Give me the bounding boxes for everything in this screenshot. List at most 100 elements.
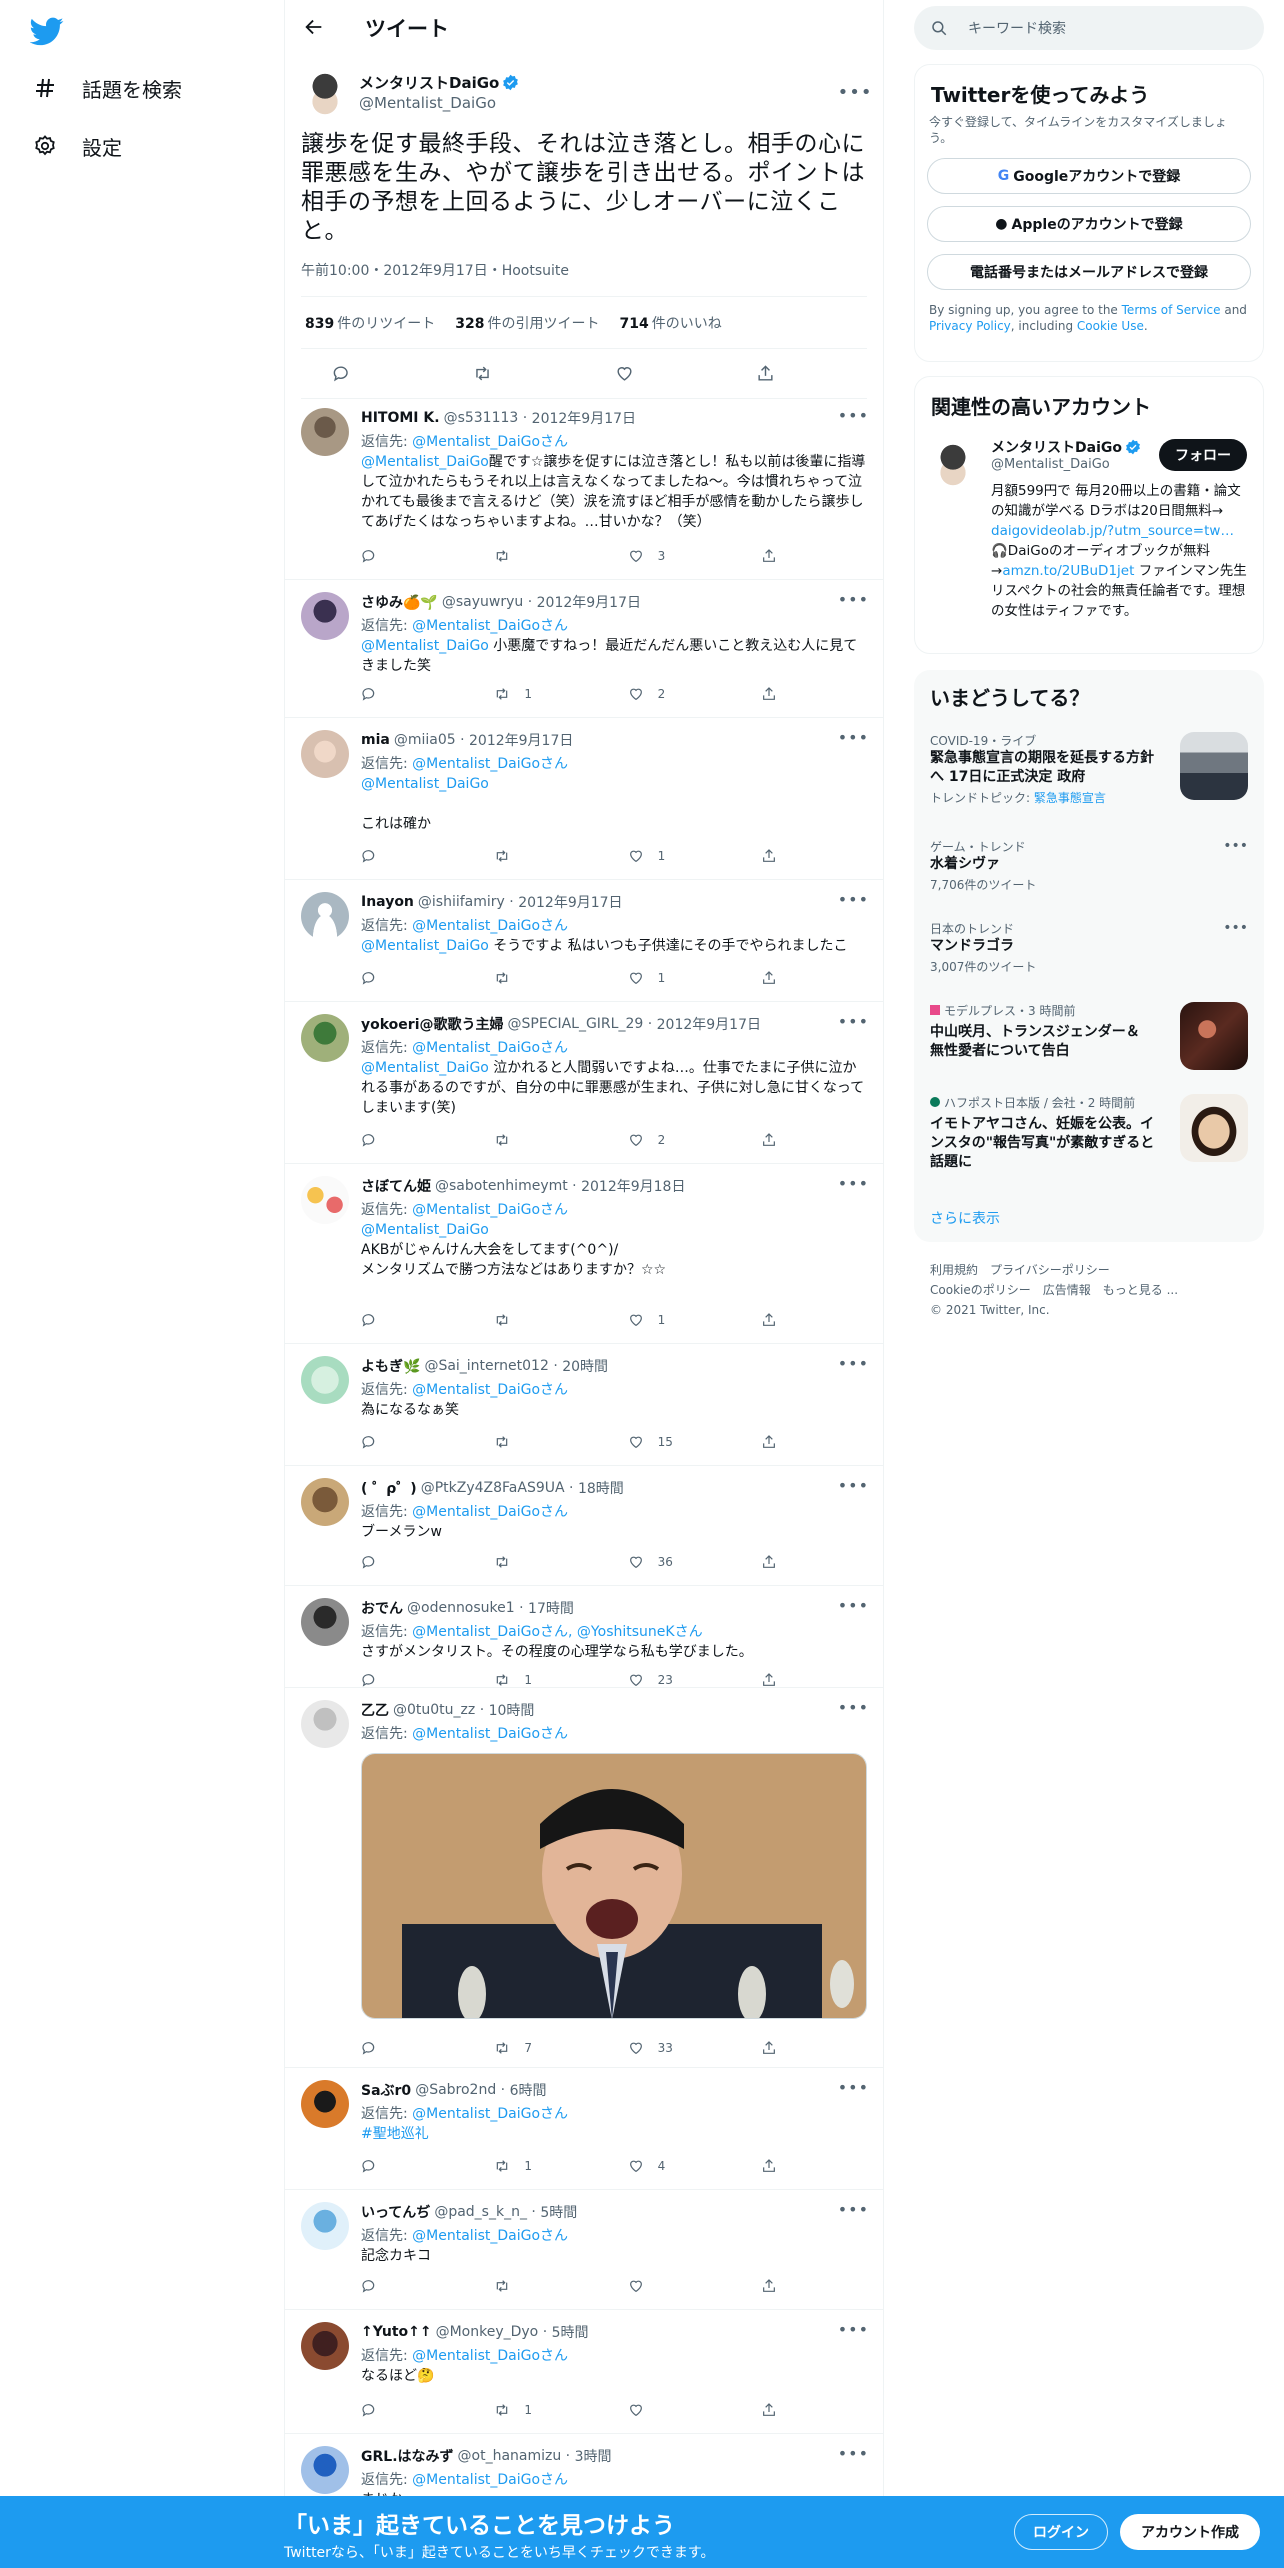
- trend-item[interactable]: COVID-19・ライブ 緊急事態宣言の期限を延長する方針へ 17日に正式決定 …: [930, 732, 1248, 806]
- more-options-icon[interactable]: •••: [838, 1698, 869, 1717]
- retweet-icon[interactable]: 1: [494, 1672, 574, 1688]
- reply-icon[interactable]: [332, 364, 412, 383]
- share-icon[interactable]: [761, 548, 781, 564]
- retweet-icon[interactable]: [494, 970, 574, 986]
- more-options-icon[interactable]: •••: [1223, 920, 1248, 936]
- reply-author-name[interactable]: HITOMI K.: [361, 410, 440, 426]
- avatar[interactable]: [301, 2322, 349, 2370]
- share-icon[interactable]: [761, 686, 781, 702]
- like-icon[interactable]: 23: [628, 1672, 708, 1688]
- reply-icon[interactable]: [361, 1312, 441, 1328]
- share-icon[interactable]: [761, 1554, 781, 1570]
- signup-button[interactable]: アカウント作成: [1120, 2514, 1260, 2550]
- more-options-icon[interactable]: •••: [838, 2444, 869, 2463]
- reply-author-name[interactable]: おでん: [361, 1598, 403, 1618]
- reply-author-handle[interactable]: @miia05: [394, 732, 456, 748]
- like-icon[interactable]: 33: [628, 2040, 708, 2056]
- trend-item[interactable]: 日本のトレンド マンドラゴラ 3,007件のツイート •••: [930, 920, 1248, 980]
- reply-icon[interactable]: [361, 2158, 441, 2174]
- share-icon[interactable]: [761, 2402, 781, 2418]
- related-handle[interactable]: @Mentalist_DaiGo: [991, 457, 1110, 472]
- reply-tweet[interactable]: yokoeri@歌歌う主婦 @SPECIAL_GIRL_29 · 2012年9月1…: [285, 1002, 883, 1164]
- reply-to-link[interactable]: @Mentalist_DaiGoさん: [412, 1040, 568, 1056]
- reply-author-handle[interactable]: @Monkey_Dyo: [436, 2324, 539, 2340]
- reply-to-link[interactable]: @Mentalist_DaiGoさん: [412, 918, 568, 934]
- reply-to-link[interactable]: @Mentalist_DaiGoさん: [412, 618, 568, 634]
- reply-time[interactable]: 17時間: [528, 1598, 574, 1618]
- footer-cookie[interactable]: Cookieのポリシー: [930, 1283, 1031, 1297]
- reply-time[interactable]: 10時間: [489, 1700, 535, 1720]
- more-options-icon[interactable]: •••: [838, 80, 872, 104]
- more-options-icon[interactable]: •••: [838, 728, 869, 747]
- reply-tweet[interactable]: さぼてん姫 @sabotenhimeymt · 2012年9月18日 ••• 返信先:…: [285, 1164, 883, 1344]
- retweet-icon[interactable]: [494, 1312, 574, 1328]
- more-options-icon[interactable]: •••: [838, 590, 869, 609]
- reply-to-link[interactable]: @Mentalist_DaiGoさん: [412, 1382, 568, 1398]
- reply-icon[interactable]: [361, 2040, 441, 2056]
- reply-author-handle[interactable]: @sabotenhimeymt: [435, 1178, 568, 1194]
- cookie-link[interactable]: Cookie Use: [1077, 319, 1144, 333]
- reply-author-handle[interactable]: @ishiifamiry: [418, 894, 505, 910]
- avatar[interactable]: [301, 1700, 349, 1748]
- reply-tweet[interactable]: ↑Yuto↑↑ @Monkey_Dyo · 5時間 ••• 返信先: @Mentali…: [285, 2310, 883, 2434]
- like-icon[interactable]: 36: [628, 1554, 708, 1570]
- reply-to-link[interactable]: @Mentalist_DaiGoさん: [412, 434, 568, 450]
- reply-tweet[interactable]: 乙乙 @0tu0tu_zz · 10時間 ••• 返信先: @Mentalist_Da…: [285, 1688, 883, 2068]
- reply-author-handle[interactable]: @SPECIAL_GIRL_29: [508, 1016, 644, 1032]
- reply-author-handle[interactable]: @s531113: [444, 410, 519, 426]
- like-icon[interactable]: 15: [628, 1434, 708, 1450]
- reply-icon[interactable]: [361, 1434, 441, 1450]
- avatar[interactable]: [301, 592, 349, 640]
- reply-time[interactable]: 3時間: [575, 2446, 612, 2466]
- reply-author-name[interactable]: Inayon: [361, 894, 414, 910]
- trend-topic-link[interactable]: 緊急事態宣言: [1034, 791, 1106, 805]
- share-icon[interactable]: [761, 1672, 781, 1688]
- reply-tweet[interactable]: いってんぢ @pad_s_k_n_ · 5時間 ••• 返信先: @Mentalist…: [285, 2190, 883, 2310]
- retweet-icon[interactable]: [494, 2278, 574, 2294]
- more-options-icon[interactable]: •••: [838, 2320, 869, 2339]
- avatar[interactable]: [301, 2080, 349, 2128]
- share-icon[interactable]: [761, 2278, 781, 2294]
- avatar[interactable]: [301, 408, 349, 456]
- avatar[interactable]: [301, 1176, 349, 1224]
- reply-to-link[interactable]: @Mentalist_DaiGoさん: [412, 1202, 568, 1218]
- author-handle[interactable]: @Mentalist_DaiGo: [359, 94, 843, 112]
- trend-item[interactable]: モデルプレス・3 時間前 中山咲月、トランスジェンダー＆無性愛者について告白: [930, 1002, 1248, 1074]
- reply-icon[interactable]: [361, 1554, 441, 1570]
- reply-tweet[interactable]: ( ゜ρ゜) @PtkZy4Z8FaAS9UA · 18時間 ••• 返信先: @Me…: [285, 1466, 883, 1586]
- reply-author-name[interactable]: GRL.はなみず: [361, 2446, 454, 2466]
- like-icon[interactable]: [628, 2278, 708, 2294]
- retweet-icon[interactable]: 1: [494, 2402, 574, 2418]
- reply-author-name[interactable]: mia: [361, 732, 390, 748]
- avatar[interactable]: [301, 68, 349, 116]
- retweet-icon[interactable]: 1: [494, 2158, 574, 2174]
- reply-icon[interactable]: [361, 1672, 441, 1688]
- footer-privacy[interactable]: プライバシーポリシー: [990, 1263, 1110, 1277]
- retweet-icon[interactable]: 1: [494, 686, 574, 702]
- reply-author-name[interactable]: いってんぢ: [361, 2202, 430, 2222]
- like-icon[interactable]: [628, 2402, 708, 2418]
- footer-ads[interactable]: 広告情報: [1043, 1283, 1091, 1297]
- more-options-icon[interactable]: •••: [838, 1012, 869, 1031]
- reply-icon[interactable]: [361, 970, 441, 986]
- retweet-icon[interactable]: [494, 1554, 574, 1570]
- quote-count[interactable]: 328 件の引用ツイート: [455, 313, 599, 333]
- reply-time[interactable]: 5時間: [540, 2202, 577, 2222]
- like-icon[interactable]: 4: [628, 2158, 708, 2174]
- reply-to-link[interactable]: @Mentalist_DaiGoさん, @YoshitsuneKさん: [412, 1624, 702, 1640]
- reply-author-handle[interactable]: @sayuwryu: [442, 594, 523, 610]
- reply-to-link[interactable]: @Mentalist_DaiGoさん: [412, 2348, 568, 2364]
- reply-time[interactable]: 6時間: [510, 2080, 547, 2100]
- reply-tweet[interactable]: Saぶr0 @Sabro2nd · 6時間 ••• 返信先: @Mentalist_D…: [285, 2068, 883, 2190]
- reply-author-name[interactable]: ( ゜ρ゜): [361, 1478, 417, 1498]
- reply-author-handle[interactable]: @Sai_internet012: [424, 1358, 548, 1374]
- reply-icon[interactable]: [361, 848, 441, 864]
- reply-tweet[interactable]: Inayon @ishiifamiry · 2012年9月17日 ••• 返信先: @…: [285, 880, 883, 1002]
- reply-to-link[interactable]: @Mentalist_DaiGoさん: [412, 2472, 568, 2488]
- reply-to-link[interactable]: @Mentalist_DaiGoさん: [412, 1504, 568, 1520]
- related-bio-link1[interactable]: daigovideolab.jp/?utm_source=tw…: [991, 523, 1234, 539]
- footer-more[interactable]: もっと見る ...: [1103, 1283, 1178, 1297]
- reply-author-handle[interactable]: @PtkZy4Z8FaAS9UA: [421, 1480, 565, 1496]
- apple-signup-button[interactable]: ● Appleのアカウントで登録: [927, 206, 1251, 242]
- like-icon[interactable]: 1: [628, 848, 708, 864]
